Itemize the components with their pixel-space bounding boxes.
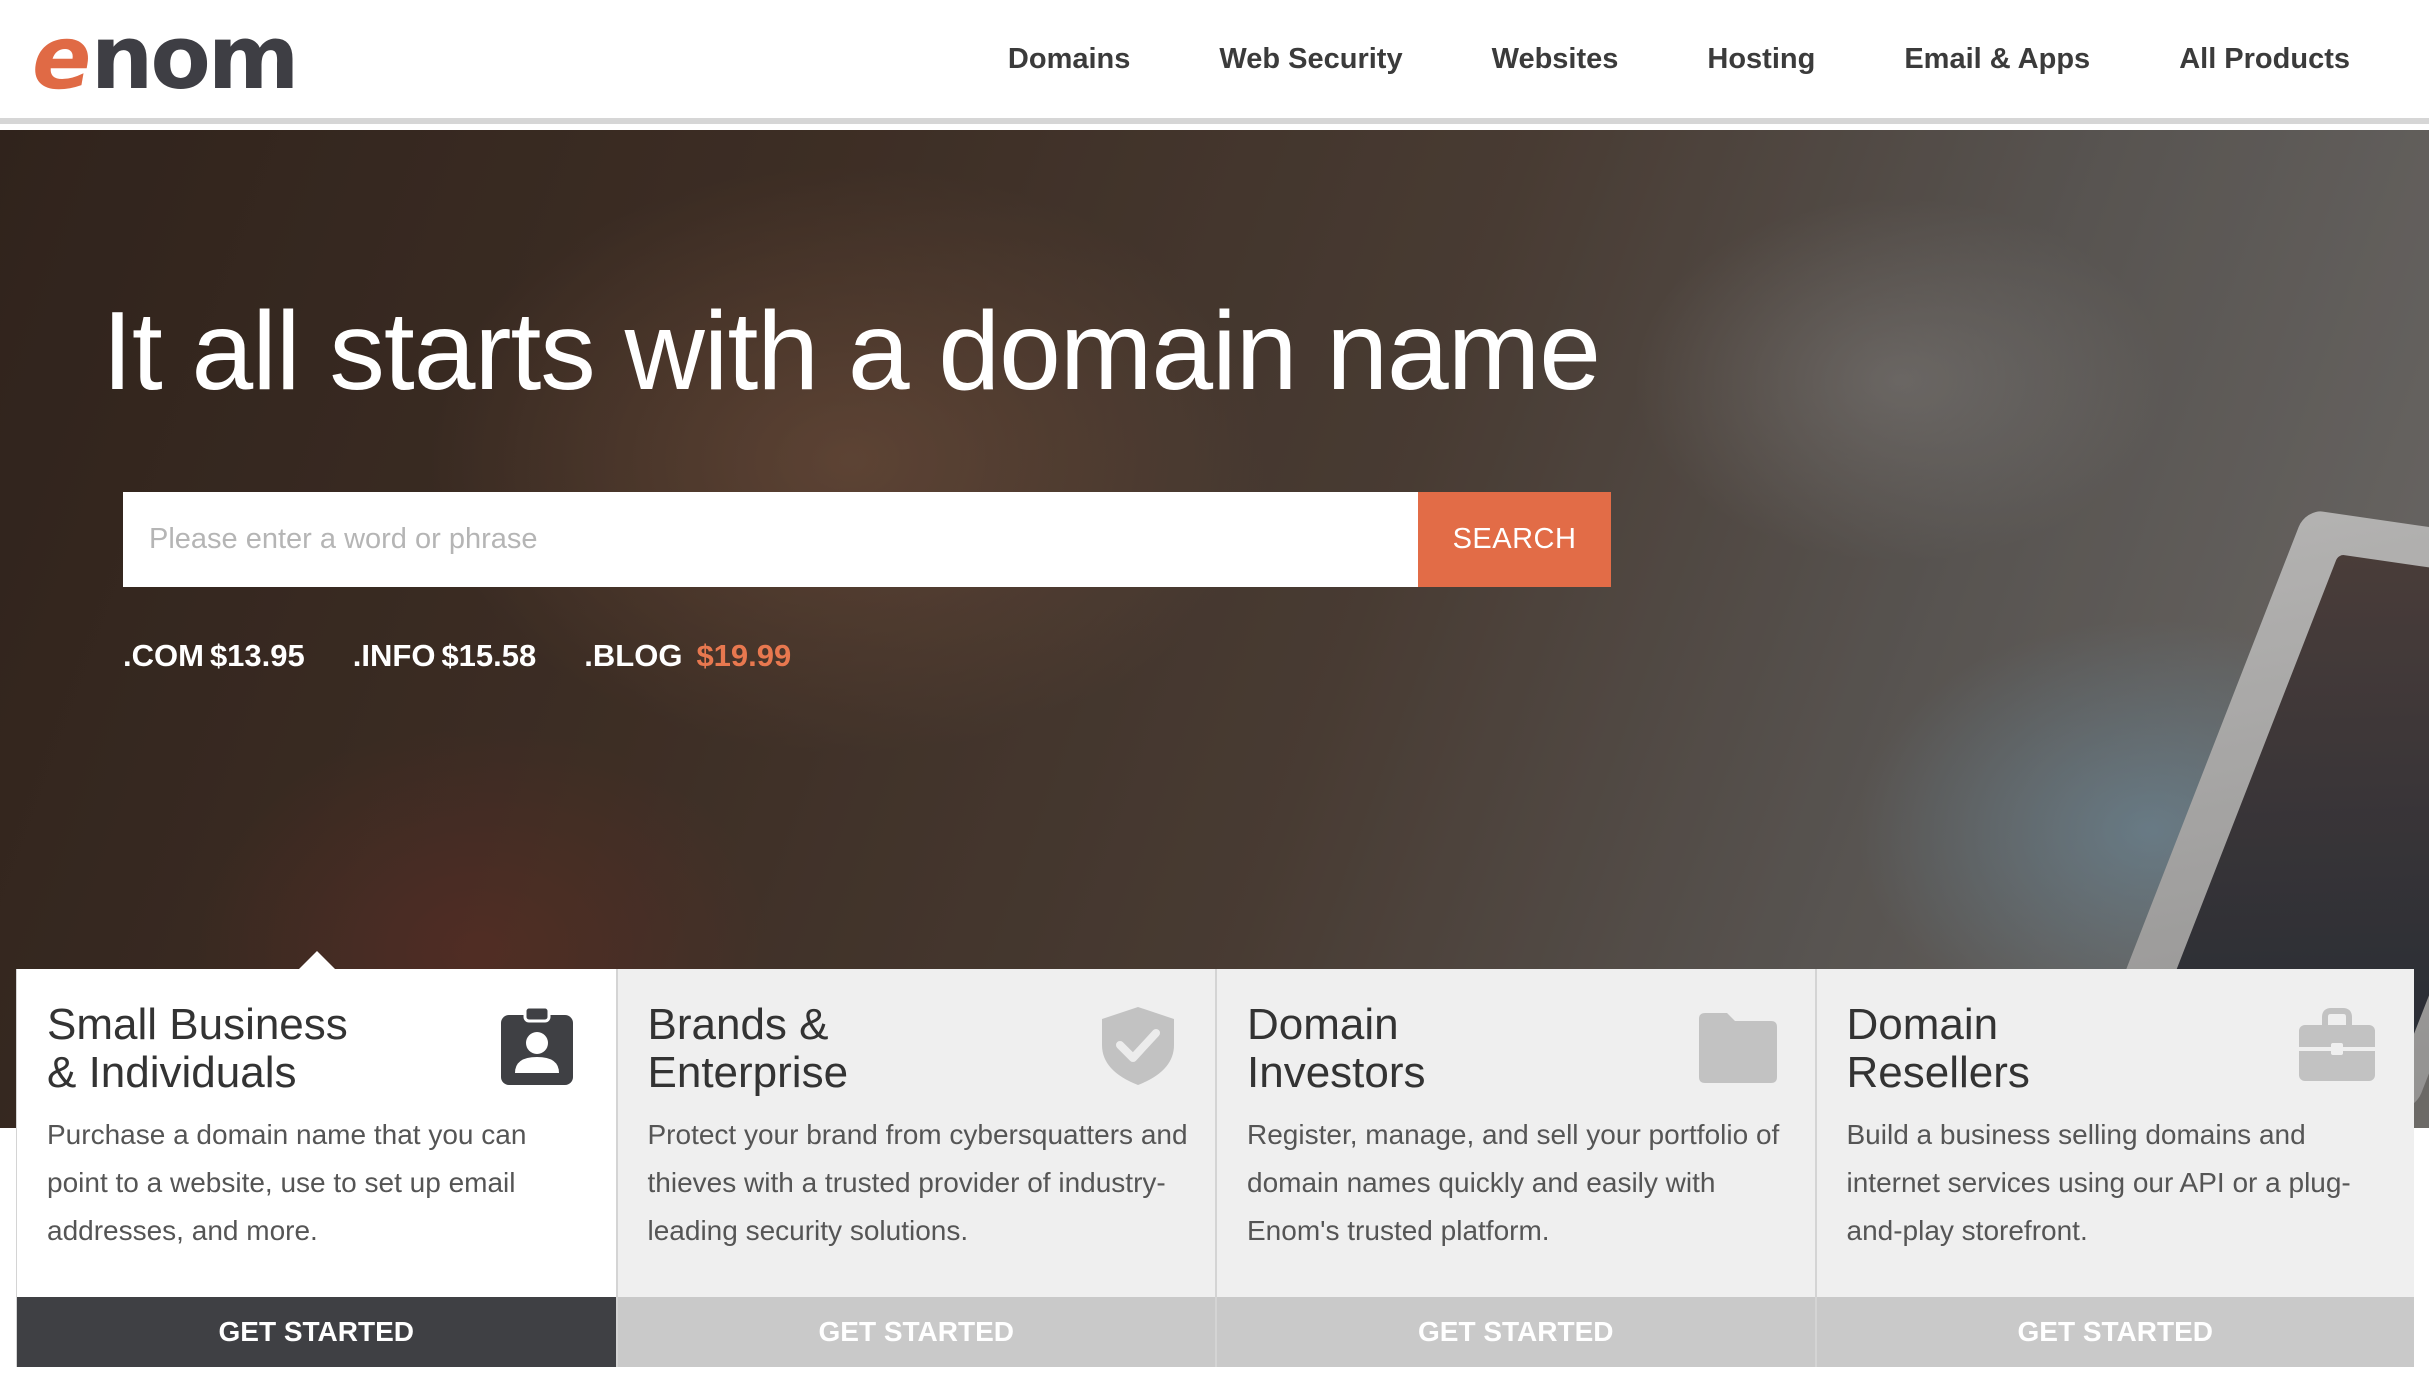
card-title: Domain Resellers: [1846, 1000, 2030, 1097]
search-button[interactable]: SEARCH: [1418, 492, 1611, 587]
shield-check-icon: [1101, 1007, 1174, 1085]
get-started-button[interactable]: GET STARTED: [1217, 1297, 1815, 1367]
price-tld: .INFO: [352, 638, 436, 673]
logo-letters: nom: [90, 6, 300, 109]
briefcase-icon: [2298, 1008, 2375, 1081]
nav-web-security[interactable]: Web Security: [1219, 43, 1402, 76]
nav-domains[interactable]: Domains: [1008, 43, 1130, 76]
nav-hosting[interactable]: Hosting: [1707, 43, 1815, 76]
card-description: Protect your brand from cybersquatters a…: [647, 1119, 1188, 1246]
main-nav: Domains Web Security Websites Hosting Em…: [1008, 0, 2429, 118]
card-description: Purchase a domain name that you can poin…: [47, 1119, 527, 1246]
price-amount: $15.58: [441, 638, 537, 673]
nav-websites[interactable]: Websites: [1492, 43, 1619, 76]
nav-email-apps[interactable]: Email & Apps: [1904, 43, 2090, 76]
price-amount: $13.95: [209, 638, 305, 673]
folder-icon: [1699, 1013, 1777, 1083]
get-started-button[interactable]: GET STARTED: [1816, 1297, 2414, 1367]
card-description: Register, manage, and sell your portfoli…: [1247, 1119, 1780, 1246]
card-title: Small Business & Individuals: [47, 1000, 348, 1097]
card-small-business[interactable]: Small Business & Individuals Purchase a …: [16, 951, 616, 1367]
price-amount: $19.99: [696, 638, 792, 673]
price-tld: .BLOG: [584, 638, 683, 673]
logo-letter-e: e: [24, 6, 100, 109]
price-blog[interactable]: .BLOG $19.99: [584, 638, 791, 674]
card-title: Brands & Enterprise: [647, 1000, 849, 1097]
domain-search-input[interactable]: [123, 492, 1418, 587]
badge-user-icon: [501, 1005, 573, 1085]
price-com[interactable]: .COM $13.95: [123, 638, 305, 674]
nav-all-products[interactable]: All Products: [2179, 43, 2350, 76]
card-description: Build a business selling domains and int…: [1846, 1119, 2351, 1246]
price-info[interactable]: .INFO $15.58: [353, 638, 537, 674]
active-card-pointer: [299, 951, 335, 969]
tld-price-list: .COM $13.95 .INFO $15.58 .BLOG $19.99: [123, 638, 839, 674]
get-started-button[interactable]: GET STARTED: [17, 1297, 616, 1367]
price-tld: .COM: [123, 638, 204, 673]
card-domain-resellers[interactable]: Domain Resellers Build a business sellin…: [1814, 969, 2414, 1367]
card-brands-enterprise[interactable]: Brands & Enterprise Protect your brand f…: [615, 969, 1215, 1367]
enom-logo[interactable]: e nom: [24, 6, 300, 109]
card-title: Domain Investors: [1247, 1000, 1426, 1097]
get-started-button[interactable]: GET STARTED: [617, 1297, 1215, 1367]
card-domain-investors[interactable]: Domain Investors Register, manage, and s…: [1215, 969, 1815, 1367]
hero-title: It all starts with a domain name: [102, 289, 1601, 413]
audience-cards: Small Business & Individuals Purchase a …: [16, 951, 2414, 1367]
site-header: e nom Domains Web Security Websites Hosti…: [0, 0, 2429, 124]
